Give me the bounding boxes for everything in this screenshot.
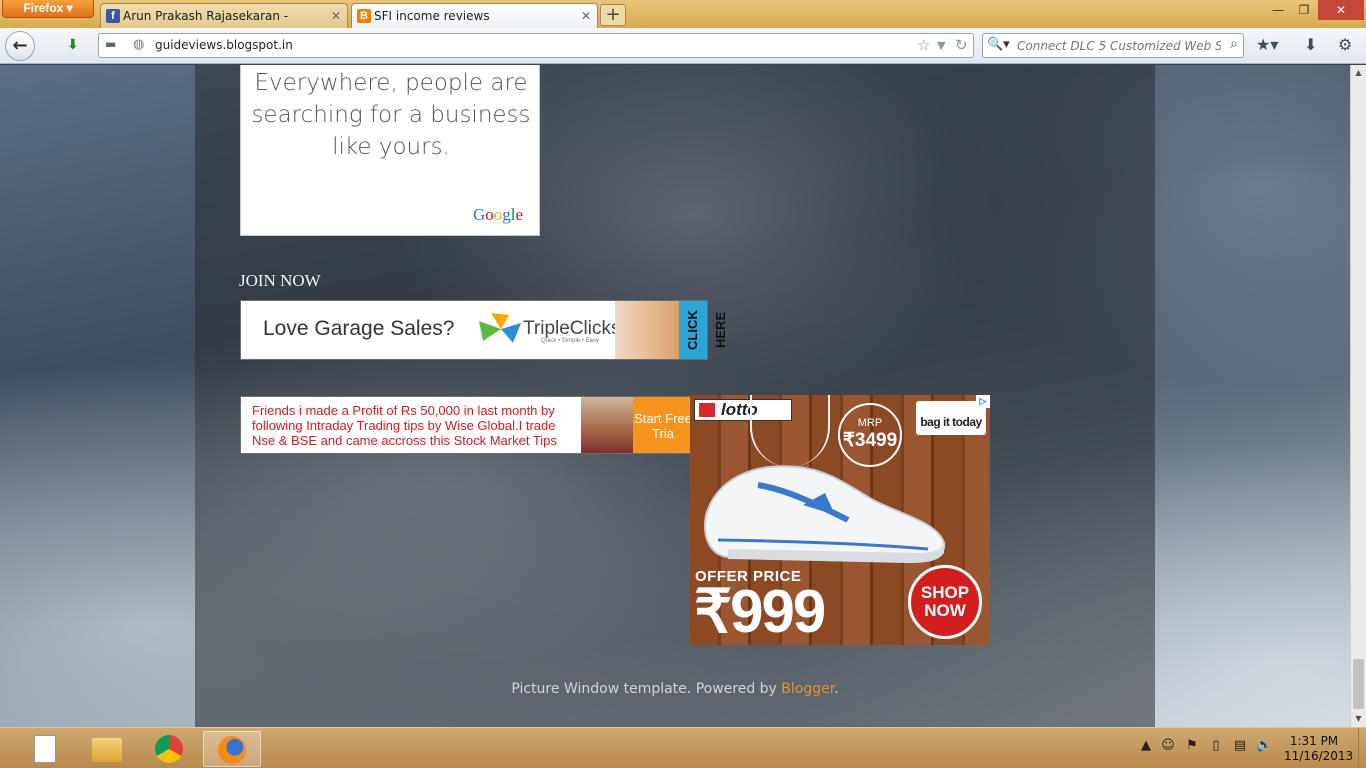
download-arrow-icon[interactable]: ⬇ [1304,35,1317,54]
firefox-menu-button[interactable]: Firefox ▾ [2,0,94,18]
mrp-label: MRP [857,417,883,429]
taskbar-file[interactable] [16,731,74,767]
footer-text: Picture Window template. Powered by [511,681,782,697]
google-logo: Google [473,205,523,225]
gear-icon[interactable]: ⚙ [1338,35,1352,54]
url-bar[interactable]: ▬ ◍ guideviews.blogspot.in ☆ ▼ ↻ [98,33,974,58]
scroll-down-icon[interactable]: ▼ [1351,711,1366,727]
page-footer: Picture Window template. Powered by Blog… [195,681,1155,697]
wise-global-ad-text: Friends i made a Profit of Rs 50,000 in … [252,403,557,448]
magnifier-icon[interactable]: ⌕ [1230,36,1238,52]
taskbar-chrome[interactable] [140,731,198,767]
windows-taskbar: ▲ ☺ ⚑ ▯ ▤ 🔈 1:31 PM 11/16/2013 [0,727,1366,768]
browser-titlebar: Firefox ▾ f Arun Prakash Rajasekaran - M… [0,0,1366,47]
shop-now-button[interactable]: SHOP NOW [908,565,982,639]
page-viewport: Everywhere, people are searching for a b… [0,65,1350,727]
globe-icon[interactable]: ◍ [133,37,149,53]
clock-date: 11/16/2013 [1284,749,1354,763]
firefox-icon [218,736,246,764]
tab-title: SFI income reviews [374,9,490,23]
search-engine-icon[interactable]: 🔍▾ [987,37,1010,52]
firefox-menu-label: Firefox [23,1,64,15]
reload-icon[interactable]: ↻ [955,36,968,54]
addon-icon[interactable]: ⬇ [67,37,83,55]
lotto-shoe-ad[interactable]: lotto MRP ₹3499 bag it today ▷ OFFER PRI… [690,395,990,645]
device-icon[interactable]: ▯ [1208,738,1224,753]
tripleclicks-ad[interactable]: Love Garage Sales? TripleClicks Quick • … [240,300,728,360]
ad-model-image [581,397,633,453]
facebook-icon: f [106,9,120,23]
google-ad[interactable]: Everywhere, people are searching for a b… [240,65,540,236]
tripleclicks-headline: Love Garage Sales? [263,317,455,340]
bookmarks-icon[interactable]: ★▾ [1256,35,1278,54]
sidebar-heading: JOIN NOW [239,271,321,290]
file-explorer-icon [92,738,122,762]
tab-facebook-messages[interactable]: f Arun Prakash Rajasekaran - Messages ✕ [100,3,348,47]
ad-model-image [615,301,679,359]
google-ad-headline: Everywhere, people are searching for a b… [251,70,531,160]
google-logo-letter: o [493,205,503,224]
search-input[interactable] [1017,37,1221,54]
minimize-window-button[interactable]: — [1264,0,1292,20]
clock[interactable]: 1:31 PM 11/16/2013 [1284,734,1354,764]
star-icon[interactable]: ☆ [917,36,930,54]
offer-price-value: ₹999 [694,578,826,645]
click-here-button[interactable]: CLICK HERE [679,301,728,359]
new-tab-button[interactable]: + [600,4,626,26]
tripleclicks-tagline: Quick • Simple • Easy [541,338,599,344]
taskbar-file-explorer[interactable] [78,731,136,767]
arrow-left-icon: ← [12,35,28,56]
lotto-logo-mark [699,403,715,417]
blog-content-panel: Everywhere, people are searching for a b… [195,65,1155,727]
close-tab-icon[interactable]: ✕ [581,4,591,28]
chrome-icon [155,735,183,763]
maximize-window-button[interactable]: ❐ [1290,0,1318,20]
blogger-link[interactable]: Blogger [781,681,834,697]
adchoices-icon[interactable]: ▷ [976,395,990,408]
google-logo-letter: o [485,205,494,224]
close-window-button[interactable]: ✕ [1318,0,1364,20]
google-logo-letter: g [502,205,511,224]
chat-icon[interactable]: ☺ [1160,738,1176,753]
shoe-image [704,465,946,563]
scroll-up-icon[interactable]: ▲ [1351,65,1366,81]
start-free-trial-button[interactable]: Start Free Tria [633,397,691,453]
folder-icon[interactable]: ▬ [105,37,121,51]
tripleclicks-brand: TripleClicks [523,318,621,339]
close-tab-icon[interactable]: ✕ [331,4,341,28]
navigation-toolbar: ← ⬇ ▬ ◍ guideviews.blogspot.in ☆ ▼ ↻ 🔍▾ … [0,28,1366,64]
network-icon[interactable]: ▤ [1232,738,1248,753]
file-icon [34,735,56,763]
tripleclicks-logo-icon [479,313,521,343]
google-logo-letter: G [472,205,486,224]
footer-suffix: . [834,681,839,697]
tab-sfi-income-reviews[interactable]: B SFI income reviews ✕ [351,3,598,28]
search-bar[interactable]: 🔍▾ ⌕ [982,33,1244,58]
flag-icon[interactable]: ⚑ [1184,738,1200,753]
chevron-down-icon[interactable]: ▼ [937,39,945,52]
wise-global-ad[interactable]: Friends i made a Profit of Rs 50,000 in … [240,396,692,454]
show-desktop-button[interactable] [1358,728,1366,768]
scrollbar-thumb[interactable] [1353,659,1364,709]
volume-icon[interactable]: 🔈 [1256,738,1272,753]
back-button[interactable]: ← [5,31,35,61]
blogger-icon: B [357,9,371,23]
vertical-scrollbar[interactable]: ▲ ▼ [1350,65,1366,727]
clock-time: 1:31 PM [1289,734,1339,748]
taskbar-firefox[interactable] [203,731,261,767]
chevron-up-icon[interactable]: ▲ [1138,738,1154,753]
url-text[interactable]: guideviews.blogspot.in [155,38,293,52]
google-logo-letter: e [515,205,523,224]
